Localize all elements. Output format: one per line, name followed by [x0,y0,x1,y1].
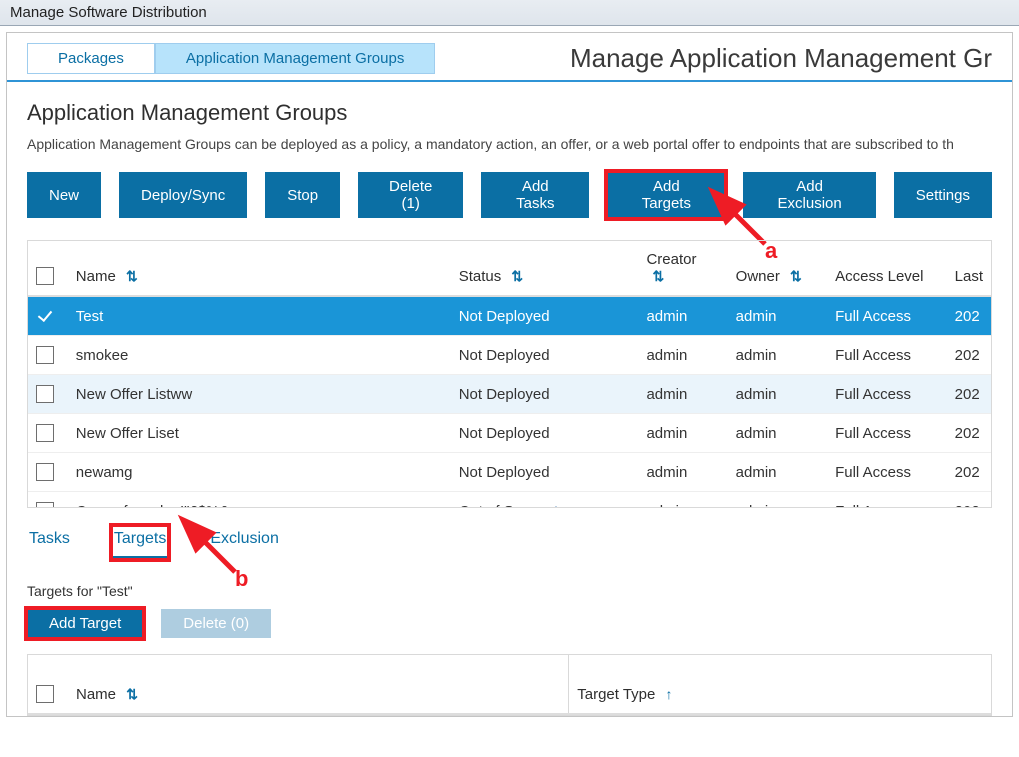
cell-access: Full Access [827,492,947,508]
tab-tasks[interactable]: Tasks [27,526,72,559]
sort-icon[interactable]: ⇅ [652,268,664,284]
add-exclusion-button[interactable]: Add Exclusion [743,172,875,218]
cell-last: 202 [947,453,991,492]
select-all-checkbox[interactable] [36,267,54,285]
cell-owner: admin [728,414,827,453]
cell-owner: admin [728,296,827,336]
annotation-label-b: b [235,566,248,592]
new-button[interactable]: New [27,172,101,218]
row-checkbox[interactable] [36,385,54,403]
targets-table: Name ⇅ Target Type ↑ [27,654,992,716]
cell-creator: admin [638,492,727,508]
row-checkbox[interactable] [36,307,54,325]
content-area: Application Management Groups Applicatio… [7,100,1012,716]
cell-name: newamg [68,453,451,492]
cell-status: Out of Sync [451,492,639,508]
cell-last: 202 [947,414,991,453]
amg-table: Name ⇅ Status ⇅ Creator ⇅ Owner [27,240,992,508]
tab-exclusion[interactable]: Exclusion [208,526,280,559]
col-last[interactable]: Last [947,241,991,296]
cell-access: Full Access [827,296,947,336]
tab-packages[interactable]: Packages [27,43,155,74]
add-tasks-button[interactable]: Add Tasks [481,172,589,218]
select-all-targets-checkbox[interactable] [36,685,54,703]
sort-icon[interactable]: ⇅ [790,268,802,284]
cell-creator: admin [638,375,727,414]
delete-target-button[interactable]: Delete (0) [161,609,271,638]
cell-name: New Offer Liset [68,414,451,453]
cell-status: Not Deployed [451,375,639,414]
deploy-sync-button[interactable]: Deploy/Sync [119,172,247,218]
table-row[interactable]: TestNot DeployedadminadminFull Access202 [28,296,991,336]
cell-name: smokee [68,336,451,375]
delete-button[interactable]: Delete (1) [358,172,463,218]
add-targets-button[interactable]: Add Targets [607,172,725,218]
target-toolbar: Add Target Delete (0) [27,609,992,638]
cell-last: 202 [947,492,991,508]
cell-creator: admin [638,336,727,375]
targets-for-label: Targets for "Test" [27,583,992,599]
warning-icon [549,506,563,508]
top-tabs: Packages Application Management Groups M… [7,43,1012,80]
cell-last: 202 [947,296,991,336]
add-target-button[interactable]: Add Target [27,609,143,638]
table-row[interactable]: Copy of smoke !"£$%&Out of Syncadminadmi… [28,492,991,508]
table-row[interactable]: newamgNot DeployedadminadminFull Access2… [28,453,991,492]
sort-up-icon[interactable]: ↑ [666,686,673,702]
section-description: Application Management Groups can be dep… [27,136,992,152]
cell-creator: admin [638,414,727,453]
target-col-name[interactable]: Name ⇅ [68,655,569,714]
divider [7,80,1012,82]
tab-amg[interactable]: Application Management Groups [155,43,435,74]
cell-access: Full Access [827,336,947,375]
col-access[interactable]: Access Level [827,241,947,296]
settings-button[interactable]: Settings [894,172,992,218]
cell-creator: admin [638,296,727,336]
tab-targets[interactable]: Targets [112,526,168,559]
sort-icon[interactable]: ⇅ [126,268,138,284]
cell-name: Copy of smoke !"£$%& [68,492,451,508]
col-name[interactable]: Name ⇅ [68,241,451,296]
targets-header-row: Name ⇅ Target Type ↑ [28,655,991,714]
window-title-bar: Manage Software Distribution [0,0,1019,26]
cell-last: 202 [947,375,991,414]
cell-owner: admin [728,336,827,375]
cell-status: Not Deployed [451,453,639,492]
cell-owner: admin [728,375,827,414]
row-checkbox[interactable] [36,502,54,508]
cell-status: Not Deployed [451,336,639,375]
cell-status: Not Deployed [451,414,639,453]
cell-status: Not Deployed [451,296,639,336]
col-owner[interactable]: Owner ⇅ [728,241,827,296]
cell-name: New Offer Listww [68,375,451,414]
row-checkbox[interactable] [36,346,54,364]
table-header-row: Name ⇅ Status ⇅ Creator ⇅ Owner [28,241,991,296]
cell-creator: admin [638,453,727,492]
row-checkbox[interactable] [36,424,54,442]
cell-access: Full Access [827,375,947,414]
action-toolbar: New Deploy/Sync Stop Delete (1) Add Task… [27,172,992,218]
window-title: Manage Software Distribution [10,4,207,21]
col-creator[interactable]: Creator ⇅ [638,241,727,296]
table-row[interactable]: New Offer ListwwNot DeployedadminadminFu… [28,375,991,414]
sort-icon[interactable]: ⇅ [126,686,138,702]
target-col-type[interactable]: Target Type ↑ [569,655,991,714]
detail-tabs: Tasks Targets Exclusion b [27,526,992,567]
table-row[interactable]: smokeeNot DeployedadminadminFull Access2… [28,336,991,375]
section-heading: Application Management Groups [27,100,992,126]
cell-owner: admin [728,453,827,492]
row-checkbox[interactable] [36,463,54,481]
sort-icon[interactable]: ⇅ [511,268,523,284]
cell-name: Test [68,296,451,336]
col-status[interactable]: Status ⇅ [451,241,639,296]
cell-access: Full Access [827,453,947,492]
cell-owner: admin [728,492,827,508]
table-row[interactable]: New Offer LisetNot DeployedadminadminFul… [28,414,991,453]
page-title: Manage Application Management Gr [570,43,992,74]
cell-access: Full Access [827,414,947,453]
cell-last: 202 [947,336,991,375]
stop-button[interactable]: Stop [265,172,340,218]
main-panel: Packages Application Management Groups M… [6,32,1013,717]
